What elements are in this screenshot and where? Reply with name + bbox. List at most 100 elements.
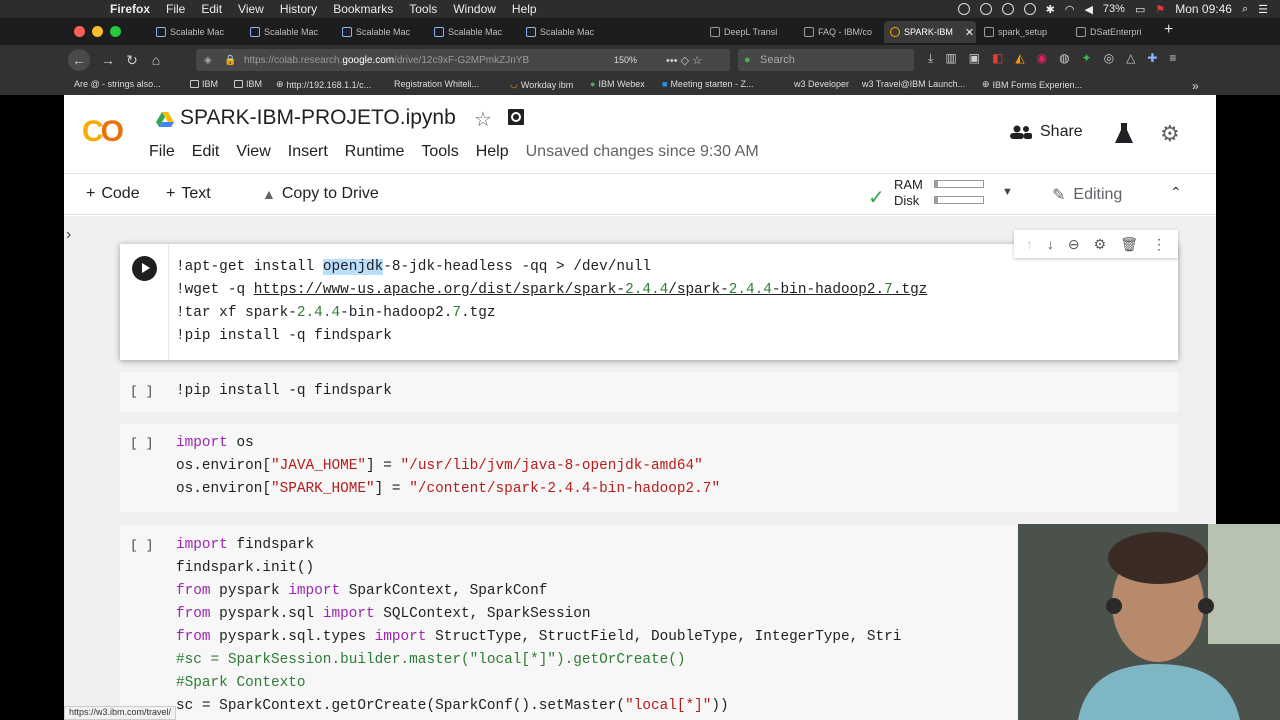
bookmark-item[interactable]: w3 Travel@IBM Launch... (862, 79, 965, 89)
browser-tab[interactable]: FAQ - IBM/co (798, 21, 882, 43)
gear-icon[interactable]: ⚙ (1160, 121, 1180, 147)
colab-menu-file[interactable]: File (149, 143, 175, 161)
downloads-icon[interactable]: ⤓ (928, 51, 933, 66)
cell-code[interactable]: !pip install -q findspark (176, 380, 392, 403)
menubar-clock[interactable]: Mon 09:46 (1175, 2, 1232, 16)
bookmark-folder[interactable]: IBM (234, 79, 262, 89)
reload-button[interactable]: ↻ (122, 51, 142, 69)
menu-help[interactable]: Help (512, 2, 537, 16)
move-down-icon[interactable]: ↓ (1047, 236, 1054, 252)
browser-tab[interactable]: Scalable Mac (336, 21, 428, 43)
colab-menu-edit[interactable]: Edit (192, 143, 220, 161)
close-tab-icon[interactable]: ✕ (965, 26, 974, 39)
bookmark-folder[interactable]: IBM (190, 79, 218, 89)
bookmark-item[interactable]: ■ Meeting starten - Z... (662, 79, 753, 89)
copy-to-drive-button[interactable]: ▲ Copy to Drive (262, 185, 379, 203)
home-button[interactable]: ⌂ (146, 51, 166, 69)
wifi-icon[interactable]: ◠ (1065, 3, 1075, 16)
execution-count[interactable]: [ ] (130, 534, 153, 557)
close-window-button[interactable] (74, 26, 85, 37)
cell-code[interactable]: !apt-get install openjdk-8-jdk-headless … (176, 256, 927, 348)
menu-history[interactable]: History (280, 2, 317, 16)
shield-icon[interactable]: ◈ (204, 55, 212, 66)
bookmark-item[interactable]: ● IBM Webex (590, 79, 645, 89)
search-field[interactable]: ● Search (738, 49, 914, 71)
flask-icon[interactable] (1115, 123, 1133, 143)
bookmark-item[interactable]: Registration Whiteli... (394, 79, 479, 89)
extensions-puzzle-icon[interactable]: ✚ (1147, 51, 1157, 66)
browser-tab-active[interactable]: SPARK-IBM ✕ (884, 21, 976, 43)
library-icon[interactable]: ▥ (945, 51, 956, 66)
volume-icon[interactable]: ◀ (1084, 3, 1092, 16)
browser-tab[interactable]: Scalable Mac (520, 21, 612, 43)
sync-icon[interactable] (1001, 3, 1014, 15)
add-code-button[interactable]: + Code (86, 185, 140, 203)
execution-count[interactable]: [ ] (130, 380, 153, 403)
forward-button[interactable]: → (98, 51, 118, 69)
bookmark-item[interactable]: ⊕ IBM Forms Experien... (982, 79, 1082, 90)
chevron-down-icon[interactable]: ▼ (1002, 186, 1013, 198)
cell-settings-icon[interactable]: ⚙ (1094, 236, 1107, 253)
code-cell[interactable]: [ ] !pip install -q findspark (120, 372, 1178, 412)
zoom-level[interactable]: 150% (614, 55, 637, 65)
back-button[interactable]: ← (68, 49, 90, 71)
cell-code[interactable]: import os os.environ["JAVA_HOME"] = "/us… (176, 432, 720, 501)
colab-logo[interactable]: CO (82, 115, 124, 149)
menu-edit[interactable]: Edit (201, 2, 222, 16)
battery-icon[interactable]: ▭ (1135, 3, 1145, 16)
flag-icon[interactable]: ⚑ (1155, 3, 1165, 16)
menu-view[interactable]: View (238, 2, 264, 16)
bookmark-item[interactable]: w3 Developer (794, 79, 849, 89)
notification-center-icon[interactable]: ☰ (1258, 3, 1268, 16)
extension-badge-icon[interactable]: ◧ (992, 51, 1003, 66)
record-icon[interactable] (957, 3, 970, 15)
notebook-title[interactable]: SPARK-IBM-PROJETO.ipynb (180, 106, 456, 130)
menu-window[interactable]: Window (453, 2, 496, 16)
menu-app-firefox[interactable]: Firefox (110, 2, 150, 16)
add-text-button[interactable]: + Text (166, 185, 211, 203)
browser-tab[interactable]: spark_setup (978, 21, 1068, 43)
minimize-window-button[interactable] (92, 26, 103, 37)
bookmark-item[interactable]: Are @ - strings also... (74, 79, 161, 89)
hamburger-menu-icon[interactable]: ≡ (1169, 51, 1176, 66)
menu-tools[interactable]: Tools (409, 2, 437, 16)
link-icon[interactable]: ⊖ (1068, 236, 1080, 253)
extension-icon[interactable]: ◎ (1104, 51, 1114, 66)
cell-code[interactable]: import findspark findspark.init() from p… (176, 534, 901, 718)
zoom-window-button[interactable] (110, 26, 121, 37)
browser-tab[interactable]: DSatEnterpri (1070, 21, 1160, 43)
delete-icon[interactable]: 🗑 (1120, 236, 1138, 253)
bookmarks-overflow-icon[interactable]: » (1192, 79, 1199, 93)
github-icon[interactable] (507, 108, 525, 126)
code-cell[interactable]: ↑ ↓ ⊖ ⚙ 🗑 ⋮ !apt-get install openjdk-8-j… (120, 230, 1178, 360)
colab-menu-tools[interactable]: Tools (421, 143, 458, 161)
colab-menu-help[interactable]: Help (476, 143, 509, 161)
extension-icon[interactable]: ✦ (1082, 51, 1092, 66)
browser-tab[interactable]: DeepL Transl (704, 21, 796, 43)
screen-icon[interactable] (979, 3, 992, 15)
move-up-icon[interactable]: ↑ (1026, 236, 1033, 252)
bookmark-item[interactable]: ◡ Workday ibm (510, 79, 573, 90)
more-options-icon[interactable]: ⋮ (1152, 236, 1166, 253)
extension-icon[interactable]: ◍ (1059, 51, 1069, 66)
bluetooth-icon[interactable]: ✱ (1046, 3, 1055, 16)
browser-tab[interactable]: Scalable Mac (428, 21, 520, 43)
menu-file[interactable]: File (166, 2, 185, 16)
unsaved-changes-status[interactable]: Unsaved changes since 9:30 AM (526, 143, 759, 161)
execution-count[interactable]: [ ] (130, 432, 153, 455)
colab-menu-view[interactable]: View (236, 143, 270, 161)
url-bar[interactable]: ◈ 🔒 https://colab.research. google.com/dr… (196, 49, 730, 71)
code-cell[interactable]: [ ] import os os.environ["JAVA_HOME"] = … (120, 424, 1178, 512)
spotlight-icon[interactable]: ⌕ (1242, 3, 1248, 16)
url-link[interactable]: https://www-us.apache.org/dist/spark/spa… (254, 282, 928, 298)
editing-mode-button[interactable]: ✎ Editing (1052, 185, 1122, 205)
time-machine-icon[interactable] (1023, 3, 1036, 15)
toggle-sidebar-icon[interactable]: › (66, 226, 86, 244)
colab-menu-runtime[interactable]: Runtime (345, 143, 405, 161)
colab-menu-insert[interactable]: Insert (288, 143, 328, 161)
extension-icon[interactable]: △ (1126, 51, 1135, 66)
browser-tab[interactable]: Scalable Mac (244, 21, 336, 43)
new-tab-button[interactable]: + (1164, 21, 1173, 39)
run-cell-button[interactable] (132, 256, 157, 281)
sidebar-icon[interactable]: ▣ (969, 51, 980, 66)
